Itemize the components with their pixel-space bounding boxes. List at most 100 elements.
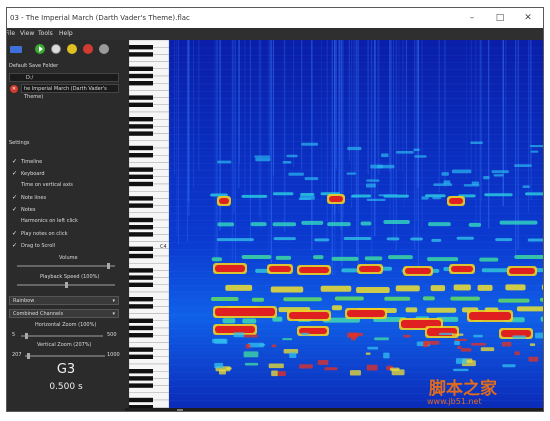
piano-black-key[interactable] [129, 196, 153, 201]
clock-icon[interactable] [99, 44, 109, 54]
option-timeline[interactable]: ✓ Timeline [12, 158, 42, 165]
menu-file[interactable]: File [7, 28, 15, 40]
close-button[interactable]: ✕ [514, 8, 542, 28]
spectrogram-band [384, 296, 411, 301]
piano-black-key[interactable] [129, 181, 153, 187]
menu-view[interactable]: View [20, 28, 34, 40]
spectrogram-streak [416, 40, 418, 242]
hzoom-slider-handle[interactable] [25, 333, 28, 339]
piano-black-key[interactable] [129, 376, 153, 381]
save-folder-field[interactable]: D:/ [9, 73, 119, 82]
info-icon[interactable] [67, 44, 77, 54]
folder-icon[interactable] [10, 46, 22, 53]
maximize-button[interactable]: □ [486, 8, 514, 28]
speed-slider-handle[interactable] [64, 282, 68, 288]
piano-black-key[interactable] [129, 167, 153, 172]
menu-help[interactable]: Help [59, 28, 73, 40]
piano-black-key[interactable] [129, 145, 153, 151]
volume-slider[interactable] [17, 263, 115, 269]
spectrogram-band [386, 237, 400, 241]
track-field[interactable]: he Imperial March (Darth Vader's Theme) [21, 84, 119, 100]
piano-black-key[interactable] [129, 397, 153, 403]
piano-black-key[interactable] [129, 124, 153, 129]
piano-black-key[interactable] [129, 81, 153, 86]
spectrogram-view[interactable] [169, 40, 544, 408]
speed-slider[interactable] [17, 282, 115, 288]
spectrogram-streak [438, 40, 440, 193]
piano-black-key[interactable] [129, 318, 153, 323]
settings-label: Settings [9, 140, 30, 146]
piano-black-key[interactable] [129, 325, 153, 331]
spectrogram-blob [248, 342, 264, 348]
piano-black-key[interactable] [129, 225, 153, 230]
spectrogram-band [320, 285, 352, 292]
piano-black-key[interactable] [129, 232, 153, 237]
option-time-vertical[interactable]: Time on vertical axis [12, 182, 73, 188]
piano-black-key[interactable] [129, 217, 153, 223]
piano-black-key[interactable] [129, 347, 153, 352]
spectrogram-streak [270, 40, 273, 264]
option-play-notes[interactable]: ✓ Play notes on click [12, 230, 67, 237]
piano-black-key[interactable] [129, 95, 153, 100]
horizontal-scrollbar[interactable] [125, 408, 543, 411]
option-drag-scroll[interactable]: ✓ Drag to Scroll [12, 242, 55, 249]
piano-black-key[interactable] [129, 66, 153, 71]
option-keyboard[interactable]: ✓ Keyboard [12, 170, 45, 177]
spectrogram-band [327, 222, 351, 227]
piano-black-key[interactable] [129, 174, 153, 179]
stop-icon[interactable] [83, 44, 93, 54]
vzoom-slider[interactable] [25, 353, 105, 359]
volume-slider-handle[interactable] [107, 263, 111, 269]
piano-black-key[interactable] [129, 153, 153, 158]
option-notes[interactable]: ✓ Notes [12, 206, 35, 213]
piano-black-key[interactable] [129, 131, 153, 136]
piano-black-key[interactable] [129, 354, 153, 359]
piano-black-key[interactable] [129, 102, 153, 107]
spectrogram-band [539, 297, 543, 302]
spectrogram-band [210, 296, 239, 301]
piano-black-key[interactable] [129, 297, 153, 302]
piano-black-key[interactable] [129, 268, 153, 273]
title-bar[interactable]: 03 - The Imperial March (Darth Vader's T… [7, 8, 543, 28]
option-harmonics[interactable]: Harmonics on left click [12, 218, 78, 224]
remove-track-icon[interactable]: ✕ [10, 85, 18, 93]
piano-black-key[interactable] [129, 275, 153, 280]
piano-black-key[interactable] [129, 282, 153, 287]
spectrogram-streak [188, 40, 190, 202]
chevron-down-icon: ▾ [112, 311, 115, 317]
spectrogram-blob [244, 362, 259, 366]
spectrogram-band [524, 192, 543, 196]
piano-black-key[interactable] [129, 45, 153, 50]
vzoom-slider-handle[interactable] [27, 353, 30, 359]
piano-black-key[interactable] [129, 246, 153, 251]
play-icon[interactable] [35, 44, 45, 54]
piano-keyboard[interactable] [129, 40, 169, 408]
settings-icon[interactable] [51, 44, 61, 54]
piano-black-key[interactable] [129, 369, 153, 374]
piano-black-key[interactable] [129, 73, 153, 79]
piano-black-key[interactable] [129, 383, 153, 388]
spectrogram-streak [186, 40, 188, 242]
channels-select[interactable]: Combined Channels ▾ [9, 309, 119, 318]
option-note-lines[interactable]: ✓ Note lines [12, 194, 46, 201]
piano-black-key[interactable] [129, 52, 153, 57]
spectrogram-blob [254, 155, 271, 158]
piano-black-key[interactable] [129, 304, 153, 309]
spectrogram-blob [212, 338, 227, 344]
piano-black-key[interactable] [129, 117, 153, 122]
hzoom-slider[interactable] [21, 333, 103, 339]
colormap-select[interactable]: Rainbow ▾ [9, 296, 119, 305]
spectrogram-band [334, 296, 364, 301]
piano-black-key[interactable] [129, 253, 153, 259]
scrollbar-thumb[interactable] [177, 409, 183, 411]
minimize-button[interactable]: – [458, 8, 486, 28]
spectrogram-blob [383, 352, 390, 359]
menu-tools[interactable]: Tools [38, 28, 53, 40]
spectrogram-blob [453, 368, 469, 372]
spectrogram-streak [338, 40, 340, 213]
vzoom-min: 207 [12, 352, 22, 358]
vzoom-label: Vertical Zoom (207%) [37, 342, 92, 348]
piano-black-key[interactable] [129, 333, 153, 338]
spectrogram-streak [348, 40, 350, 162]
piano-black-key[interactable] [129, 203, 153, 208]
